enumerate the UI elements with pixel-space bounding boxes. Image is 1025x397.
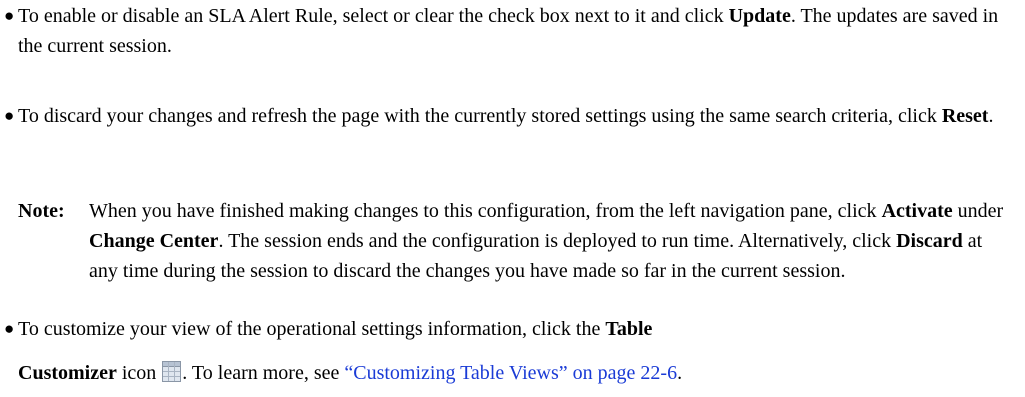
- note-text-part: When you have finished making changes to…: [89, 200, 882, 222]
- bullet-text: To discard your changes and refresh the …: [18, 101, 1008, 131]
- bullet-text-mid: . To learn more, see: [182, 362, 345, 384]
- bullet-text: To enable or disable an SLA Alert Rule, …: [18, 1, 1008, 61]
- customizing-table-views-link[interactable]: “Customizing Table Views” on page 22-6: [344, 362, 677, 384]
- customizer-term: Customizer: [18, 362, 117, 384]
- bullet-text: To customize your view of the operationa…: [18, 307, 1008, 395]
- bullet-marker: ●: [4, 319, 15, 338]
- bullet-text-post: .: [988, 105, 994, 127]
- note-text: When you have finished making changes to…: [89, 196, 1004, 286]
- bullet-marker: ●: [4, 6, 15, 25]
- reset-term: Reset: [941, 105, 989, 127]
- bullet-text-pre: To discard your changes and refresh the …: [18, 105, 942, 127]
- bullet-marker: ●: [4, 106, 15, 125]
- note-label: Note:: [18, 200, 65, 222]
- activate-term: Activate: [881, 200, 953, 222]
- bullet-text-pre: To enable or disable an SLA Alert Rule, …: [18, 5, 729, 27]
- table-term: Table: [605, 318, 653, 340]
- table-customizer-icon[interactable]: [162, 361, 182, 382]
- note-text-part: . The session ends and the configuration…: [218, 230, 897, 252]
- change-center-term: Change Center: [89, 230, 219, 252]
- update-term: Update: [728, 5, 791, 27]
- note-text-part: under: [952, 200, 1004, 222]
- discard-term: Discard: [896, 230, 963, 252]
- bullet-text-post: .: [677, 362, 683, 384]
- icon-label-text: icon: [116, 362, 162, 384]
- bullet-text-pre: To customize your view of the operationa…: [18, 318, 606, 340]
